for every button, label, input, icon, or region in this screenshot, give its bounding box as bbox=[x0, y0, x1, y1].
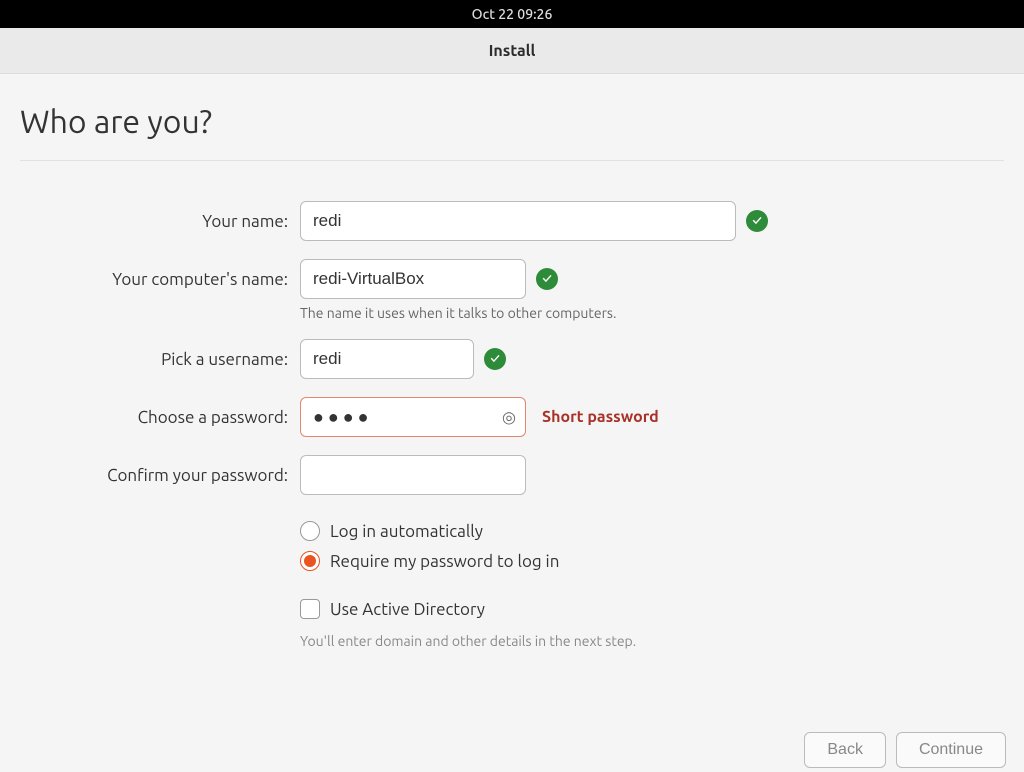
name-label: Your name: bbox=[20, 212, 300, 231]
name-input[interactable] bbox=[300, 201, 736, 241]
confirm-label: Confirm your password: bbox=[20, 466, 300, 485]
login-require-option[interactable]: Require my password to log in bbox=[300, 551, 1004, 571]
active-directory-option[interactable]: Use Active Directory bbox=[300, 599, 1004, 619]
confirm-row: Confirm your password: bbox=[20, 455, 1004, 495]
username-input[interactable] bbox=[300, 339, 474, 379]
footer-buttons: Back Continue bbox=[804, 732, 1006, 772]
name-row: Your name: ✓ bbox=[20, 201, 1004, 241]
password-label: Choose a password: bbox=[20, 408, 300, 427]
computer-input[interactable] bbox=[300, 259, 526, 299]
username-row: Pick a username: ✓ bbox=[20, 339, 1004, 379]
active-directory-hint: You'll enter domain and other details in… bbox=[300, 633, 1004, 649]
checkbox-icon bbox=[300, 599, 320, 619]
computer-row: Your computer's name: ✓ bbox=[20, 259, 1004, 299]
radio-icon bbox=[300, 551, 320, 571]
window-title: Install bbox=[489, 42, 536, 60]
computer-label: Your computer's name: bbox=[20, 270, 300, 289]
username-label: Pick a username: bbox=[20, 350, 300, 369]
window-titlebar: Install bbox=[0, 28, 1024, 74]
page-title: Who are you? bbox=[20, 104, 1004, 161]
radio-icon bbox=[300, 521, 320, 541]
check-icon: ✓ bbox=[536, 268, 558, 290]
computer-hint: The name it uses when it talks to other … bbox=[300, 305, 1004, 321]
system-topbar: Oct 22 09:26 bbox=[0, 0, 1024, 28]
confirm-input[interactable] bbox=[300, 455, 526, 495]
datetime-label: Oct 22 09:26 bbox=[472, 6, 553, 22]
back-button[interactable]: Back bbox=[804, 732, 886, 768]
login-auto-label: Log in automatically bbox=[330, 522, 483, 541]
password-warning: Short password bbox=[542, 408, 659, 426]
check-icon: ✓ bbox=[746, 210, 768, 232]
login-require-label: Require my password to log in bbox=[330, 552, 559, 571]
continue-button[interactable]: Continue bbox=[896, 732, 1006, 768]
active-directory-label: Use Active Directory bbox=[330, 600, 485, 619]
eye-icon[interactable]: ◎ bbox=[502, 408, 516, 427]
password-input[interactable] bbox=[300, 397, 526, 437]
login-auto-option[interactable]: Log in automatically bbox=[300, 521, 1004, 541]
check-icon: ✓ bbox=[484, 348, 506, 370]
password-row: Choose a password: ◎ Short password bbox=[20, 397, 1004, 437]
